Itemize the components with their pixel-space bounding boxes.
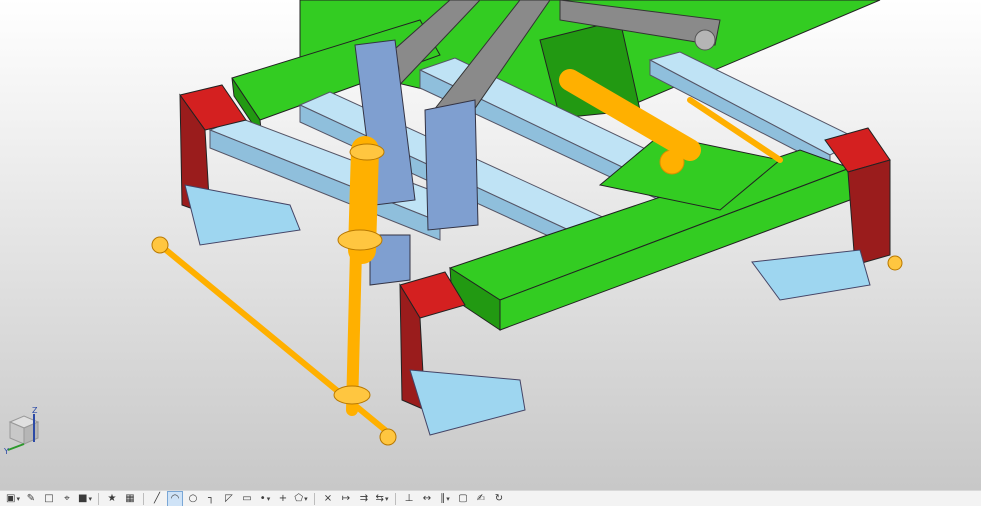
- z-axis-label: Z: [32, 406, 38, 415]
- sketch-plane-icon: □: [44, 492, 54, 504]
- toolbar-button-parallel[interactable]: ∥ ▾: [438, 492, 452, 506]
- toolbar-button-pencil[interactable]: ✎: [24, 492, 38, 506]
- mirror-icon: ⇆: [375, 492, 384, 504]
- toolbar-button-mirror[interactable]: ⇆ ▾: [375, 492, 389, 506]
- toolbar-separator: [395, 492, 396, 505]
- star-icon: ★: [107, 492, 117, 504]
- pencil-icon: ✎: [26, 492, 36, 504]
- offset-icon: ⇉: [359, 492, 369, 504]
- extend-icon: ↦: [341, 492, 351, 504]
- square-icon: ▢: [458, 492, 468, 504]
- line-icon: ╱: [153, 492, 161, 504]
- toolbar-button-circle[interactable]: ○: [186, 492, 200, 506]
- toolbar-button-rectangle[interactable]: ▭: [240, 492, 254, 506]
- toolbar-button-point[interactable]: • ▾: [258, 492, 272, 506]
- 3d-model-viewport[interactable]: Z Y: [0, 0, 981, 490]
- toolbar-button-dimension[interactable]: ↔: [420, 492, 434, 506]
- toolbar-button-offset[interactable]: ⇉: [357, 492, 371, 506]
- chevron-down-icon[interactable]: ▾: [267, 492, 271, 506]
- toolbar-button-line[interactable]: ╱: [150, 492, 164, 506]
- chevron-down-icon[interactable]: ▾: [446, 492, 450, 506]
- chevron-down-icon[interactable]: ▾: [385, 492, 389, 506]
- chevron-down-icon[interactable]: ▾: [16, 492, 20, 506]
- fillet-icon: ┐: [207, 492, 215, 504]
- toolbar-button-chamfer[interactable]: ◸: [222, 492, 236, 506]
- toolbar-button-constraint[interactable]: ⊥: [402, 492, 416, 506]
- edit-icon: ✍: [476, 492, 486, 504]
- trim-icon: ⨯: [323, 492, 333, 504]
- toolbar-button-star[interactable]: ★: [105, 492, 119, 506]
- toolbar-button-polygon[interactable]: ⬠ ▾: [294, 492, 308, 506]
- toolbar-button-grid[interactable]: ▦: [123, 492, 137, 506]
- dimension-icon: ↔: [422, 492, 432, 504]
- cad-application: Z Y ▣ ▾ ✎ □ ⌖ ■ ▾ ★ ▦ ╱ ◠ ○ ┐ ◸ ▭ • ▾ + ⬠ ▾ ⨯ ↦ ⇉ ⇆ ▾ ⊥ ↔ ∥ ▾ ▢ ✍ ↻: [0, 0, 981, 506]
- grid-icon: ▦: [125, 492, 135, 504]
- y-axis-label: Y: [4, 447, 9, 456]
- model-canvas[interactable]: [0, 0, 981, 490]
- chamfer-icon: ◸: [225, 492, 233, 504]
- point-icon: •: [259, 492, 266, 504]
- toolbar-separator: [143, 492, 144, 505]
- toolbar-separator: [98, 492, 99, 505]
- plus-icon: +: [278, 492, 288, 504]
- parallel-icon: ∥: [440, 492, 446, 504]
- coordinate-triad: Z Y: [4, 406, 40, 456]
- arc-icon: ◠: [170, 492, 180, 504]
- circle-icon: ○: [188, 492, 198, 504]
- chevron-down-icon[interactable]: ▾: [304, 492, 308, 506]
- refresh-icon: ↻: [494, 492, 504, 504]
- toolbar-button-refresh[interactable]: ↻: [492, 492, 506, 506]
- chevron-down-icon[interactable]: ▾: [88, 492, 92, 506]
- toolbar-button-fillet[interactable]: ┐: [204, 492, 218, 506]
- toolbar-button-trim[interactable]: ⨯: [321, 492, 335, 506]
- toolbar-button-box[interactable]: ■ ▾: [78, 492, 92, 506]
- polygon-icon: ⬠: [294, 492, 304, 504]
- toolbar-button-datum[interactable]: ⌖: [60, 492, 74, 506]
- rectangle-icon: ▭: [242, 492, 252, 504]
- box-icon: ■: [78, 492, 88, 504]
- toolbar-button-extend[interactable]: ↦: [339, 492, 353, 506]
- toolbar-button-arc[interactable]: ◠: [167, 490, 183, 506]
- bottom-toolbar: ▣ ▾ ✎ □ ⌖ ■ ▾ ★ ▦ ╱ ◠ ○ ┐ ◸ ▭ • ▾ + ⬠ ▾ ⨯ ↦ ⇉ ⇆ ▾ ⊥ ↔ ∥ ▾ ▢ ✍ ↻: [0, 490, 981, 506]
- toolbar-separator: [314, 492, 315, 505]
- toolbar-button-square[interactable]: ▢: [456, 492, 470, 506]
- toolbar-button-view-cube[interactable]: ▣ ▾: [6, 492, 20, 506]
- toolbar-button-plus[interactable]: +: [276, 492, 290, 506]
- datum-icon: ⌖: [64, 492, 70, 504]
- constraint-icon: ⊥: [404, 492, 414, 504]
- toolbar-button-sketch-plane[interactable]: □: [42, 492, 56, 506]
- view-cube-icon: ▣: [6, 492, 16, 504]
- toolbar-button-edit[interactable]: ✍: [474, 492, 488, 506]
